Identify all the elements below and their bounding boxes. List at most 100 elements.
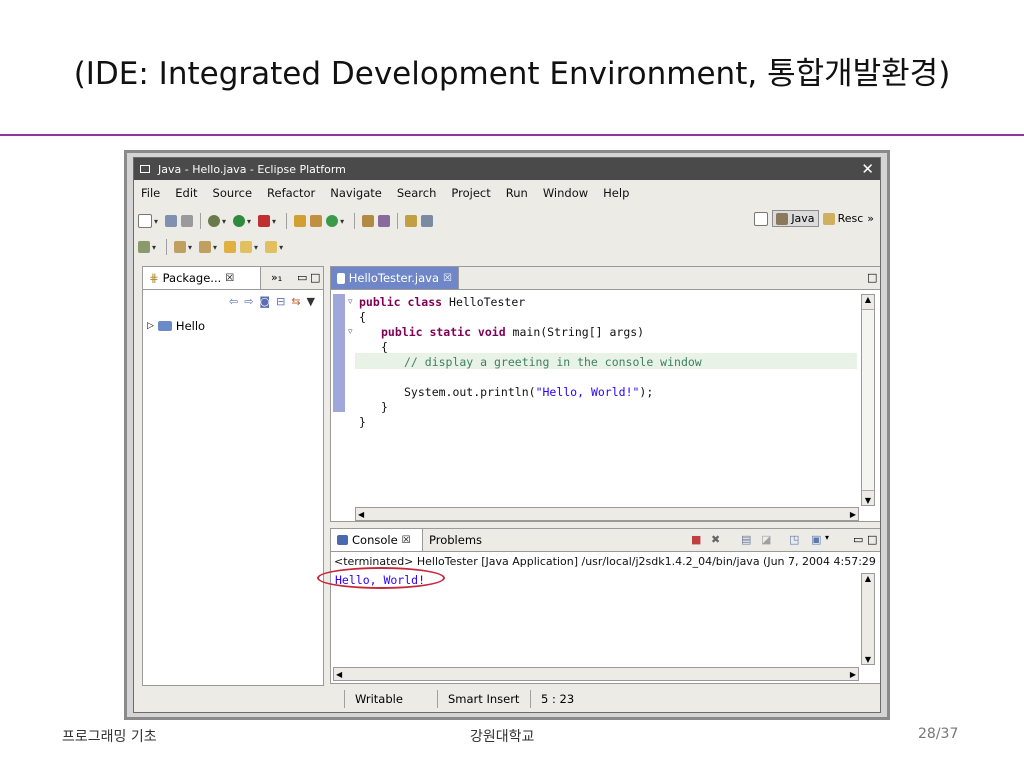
code-line-7[interactable]: } (381, 400, 388, 414)
menu-run[interactable]: Run (506, 186, 528, 200)
next-annotation-dropdown-icon[interactable]: ▾ (188, 243, 192, 252)
annotation-icon[interactable] (138, 241, 150, 253)
scroll-left-icon[interactable]: ◀ (358, 510, 364, 519)
scroll-down-icon[interactable]: ▼ (862, 655, 874, 664)
last-edit-location-icon[interactable] (224, 241, 237, 253)
remove-launch-icon[interactable]: ✖ (711, 533, 720, 546)
save-icon[interactable] (165, 215, 178, 227)
back-dropdown-icon[interactable]: ▾ (254, 243, 258, 252)
console-horizontal-scrollbar[interactable]: ◀ ▶ (333, 667, 859, 681)
back-icon[interactable]: ⇦ (229, 295, 238, 308)
code-line-3[interactable]: public static void main(String[] args) (381, 325, 644, 339)
menu-project[interactable]: Project (451, 186, 490, 200)
maximize-icon[interactable]: □ (867, 271, 877, 284)
code-line-5[interactable]: // display a greeting in the console win… (404, 355, 702, 369)
minimize-icon[interactable]: ▭ (853, 533, 863, 546)
debug-dropdown-icon[interactable]: ▾ (222, 217, 226, 226)
up-icon[interactable]: ◙ (259, 295, 270, 308)
footer-course: 프로그래밍 기초 (62, 729, 157, 745)
window-menu-icon[interactable] (140, 165, 150, 173)
new-package-icon[interactable] (310, 215, 323, 227)
title-divider (0, 134, 1024, 136)
next-annotation-icon[interactable] (174, 241, 187, 253)
scroll-thumb[interactable] (862, 309, 874, 491)
minimize-icon[interactable]: ▭ (297, 271, 307, 284)
expand-icon[interactable]: ▷ (147, 321, 154, 331)
pin-console-icon[interactable]: ◳ (789, 533, 799, 546)
print-icon[interactable] (181, 215, 194, 227)
editor-horizontal-scrollbar[interactable]: ◀ ▶ (355, 507, 859, 521)
tab-package-explorer[interactable]: ⋕ Package... ☒ (143, 267, 261, 289)
terminate-icon[interactable]: ■ (691, 533, 701, 546)
tree-item-hello[interactable]: ▷ Hello (147, 319, 205, 333)
forward-icon[interactable] (265, 241, 278, 253)
menu-source[interactable]: Source (213, 186, 253, 200)
display-console-dropdown-icon[interactable]: ▾ (825, 533, 829, 542)
forward-icon[interactable]: ⇨ (244, 295, 253, 308)
debug-icon[interactable] (208, 215, 221, 227)
run-dropdown-icon[interactable]: ▾ (247, 217, 251, 226)
search-icon[interactable] (378, 215, 391, 227)
previous-annotation-icon[interactable] (199, 241, 212, 253)
scroll-right-icon[interactable]: ▶ (850, 670, 856, 679)
menu-navigate[interactable]: Navigate (330, 186, 382, 200)
scroll-left-icon[interactable]: ◀ (336, 670, 342, 679)
close-icon[interactable]: ☒ (225, 273, 234, 284)
back-icon[interactable] (240, 241, 253, 253)
code-line-4[interactable]: { (381, 340, 388, 354)
editor-vertical-scrollbar[interactable]: ▲ ▼ (861, 294, 875, 506)
forward-dropdown-icon[interactable]: ▾ (279, 243, 283, 252)
copy-icon[interactable] (421, 215, 434, 227)
tab-hellotester-java[interactable]: HelloTester.java ☒ (331, 267, 459, 289)
more-views-icon[interactable]: »₁ (271, 271, 282, 284)
close-icon[interactable]: ✕ (861, 160, 874, 178)
link-with-editor-icon[interactable]: ⇆ (291, 295, 300, 308)
menu-refactor[interactable]: Refactor (267, 186, 315, 200)
scroll-lock-icon[interactable]: ◪ (761, 533, 771, 546)
open-perspective-icon[interactable] (754, 211, 769, 226)
scroll-up-icon[interactable]: ▲ (862, 574, 874, 583)
external-tools-dropdown-icon[interactable]: ▾ (272, 217, 276, 226)
code-line-2[interactable]: { (359, 310, 366, 324)
code-line-8[interactable]: } (359, 415, 366, 429)
collapse-all-icon[interactable]: ⊟ (276, 295, 285, 308)
scroll-right-icon[interactable]: ▶ (850, 510, 856, 519)
close-icon[interactable]: ☒ (402, 535, 411, 546)
new-class-dropdown-icon[interactable]: ▾ (340, 217, 344, 226)
previous-annotation-dropdown-icon[interactable]: ▾ (213, 243, 217, 252)
code-line-6[interactable]: System.out.println("Hello, World!"); (404, 385, 653, 399)
external-tools-icon[interactable] (258, 215, 271, 227)
run-icon[interactable] (233, 215, 246, 227)
annotation-dropdown-icon[interactable]: ▾ (152, 243, 156, 252)
view-menu-icon[interactable]: ▼ (307, 295, 315, 308)
clear-console-icon[interactable]: ▤ (741, 533, 751, 546)
maximize-icon[interactable]: □ (867, 533, 877, 546)
menu-window[interactable]: Window (543, 186, 588, 200)
close-icon[interactable]: ☒ (443, 273, 452, 284)
scroll-down-icon[interactable]: ▼ (862, 496, 874, 505)
scroll-up-icon[interactable]: ▲ (862, 295, 874, 304)
new-java-project-icon[interactable] (294, 215, 307, 227)
new-icon[interactable] (138, 214, 152, 228)
menu-help[interactable]: Help (603, 186, 629, 200)
menu-edit[interactable]: Edit (175, 186, 197, 200)
resource-perspective-button[interactable]: Resc (822, 212, 863, 225)
java-perspective-button[interactable]: Java (772, 210, 819, 227)
more-perspectives-icon[interactable]: » (867, 212, 874, 225)
edit-marker-icon[interactable] (405, 215, 418, 227)
menu-file[interactable]: File (141, 186, 160, 200)
display-console-icon[interactable]: ▣ (811, 533, 821, 546)
fold-collapse-icon[interactable]: ▿ (348, 327, 353, 337)
status-bar: Writable Smart Insert 5 : 23 (134, 686, 880, 712)
status-bar-spacer (134, 690, 344, 708)
new-dropdown-icon[interactable]: ▾ (154, 217, 158, 226)
tab-problems[interactable]: Problems (423, 529, 489, 551)
console-vertical-scrollbar[interactable]: ▲ ▼ (861, 573, 875, 665)
open-type-icon[interactable] (362, 215, 375, 227)
new-class-icon[interactable] (326, 215, 339, 227)
fold-collapse-icon[interactable]: ▿ (348, 297, 353, 307)
tab-console[interactable]: Console ☒ (331, 529, 423, 551)
menu-search[interactable]: Search (397, 186, 437, 200)
code-line-1[interactable]: public class HelloTester (359, 295, 525, 309)
maximize-icon[interactable]: □ (310, 271, 320, 284)
